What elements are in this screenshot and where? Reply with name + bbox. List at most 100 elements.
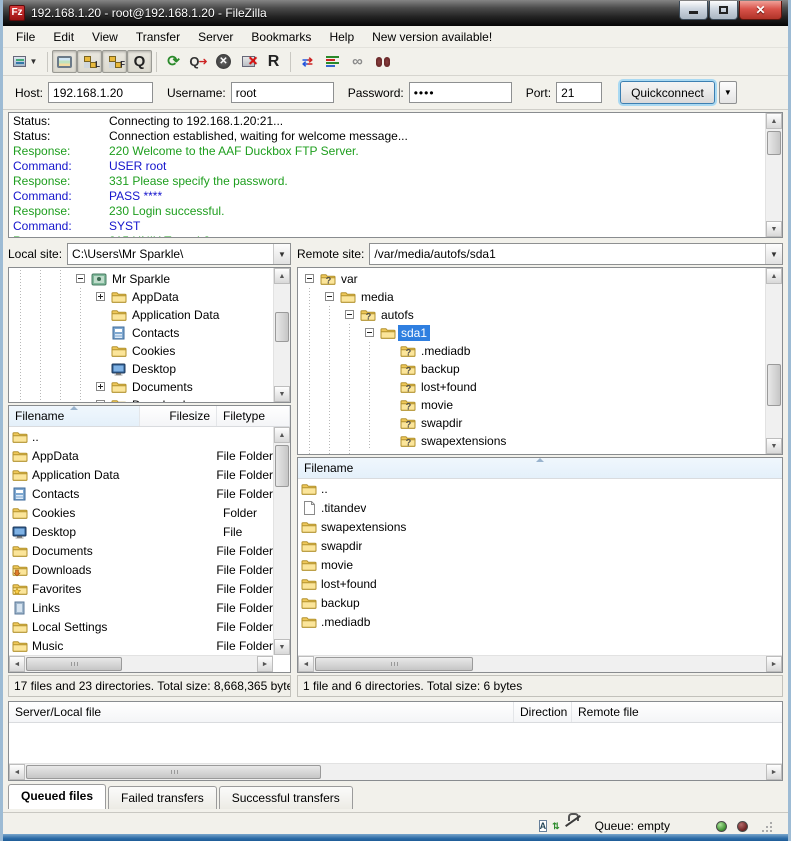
queue-column-remote-file[interactable]: Remote file bbox=[572, 702, 782, 722]
menu-item-server[interactable]: Server bbox=[189, 28, 242, 46]
tree-item-label[interactable]: swapextensions bbox=[418, 433, 509, 449]
remote-tree-item-backup[interactable]: ?backup bbox=[300, 360, 762, 378]
remote-tree-item-sda1[interactable]: sda1 bbox=[300, 324, 762, 342]
remote-site-combobox[interactable]: /var/media/autofs/sda1 ▼ bbox=[369, 243, 783, 265]
local-list-vertical-scrollbar[interactable]: ▲ ▼ bbox=[273, 427, 290, 655]
tab-successful-transfers[interactable]: Successful transfers bbox=[219, 786, 353, 809]
scroll-left-icon[interactable]: ◄ bbox=[298, 656, 314, 672]
log-vertical-scrollbar[interactable]: ▲ ▼ bbox=[765, 113, 782, 237]
scroll-right-icon[interactable]: ► bbox=[257, 656, 273, 672]
local-file-row-links[interactable]: LinksFile Folder bbox=[9, 598, 273, 617]
collapse-minus-icon[interactable] bbox=[325, 292, 334, 301]
remote-tree-item-autofs[interactable]: ?autofs bbox=[300, 306, 762, 324]
collapse-minus-icon[interactable] bbox=[345, 310, 354, 319]
reconnect-button[interactable]: R bbox=[261, 50, 286, 73]
quickconnect-button[interactable]: Quickconnect bbox=[620, 81, 715, 104]
local-file-row-[interactable]: .. bbox=[9, 427, 273, 446]
scroll-right-icon[interactable]: ► bbox=[766, 764, 782, 780]
local-tree-item-cookies[interactable]: Cookies bbox=[11, 342, 270, 360]
tree-item-label[interactable]: autofs bbox=[378, 307, 417, 323]
scroll-down-icon[interactable]: ▼ bbox=[274, 386, 290, 402]
queue-hscroll-thumb[interactable] bbox=[26, 765, 321, 779]
remote-file-row-lost-found[interactable]: lost+found bbox=[298, 574, 782, 593]
local-tree-item-appdata[interactable]: AppData bbox=[11, 288, 270, 306]
maximize-button[interactable] bbox=[709, 1, 738, 20]
tree-item-label[interactable]: Desktop bbox=[129, 361, 179, 377]
remote-tree-item-mediadb[interactable]: ?.mediadb bbox=[300, 342, 762, 360]
port-input[interactable] bbox=[556, 82, 602, 103]
scroll-up-icon[interactable]: ▲ bbox=[766, 268, 782, 284]
synchronized-browsing-button[interactable]: ∞ bbox=[345, 50, 370, 73]
tree-item-label[interactable]: movie bbox=[418, 397, 456, 413]
expand-plus-icon[interactable] bbox=[96, 292, 105, 301]
remote-list-hscroll-thumb[interactable] bbox=[315, 657, 473, 671]
tree-item-label[interactable]: dvd bbox=[398, 451, 423, 455]
remote-file-row-swapextensions[interactable]: swapextensions bbox=[298, 517, 782, 536]
unencrypted-connection-icon[interactable] bbox=[567, 818, 585, 834]
remote-tree-item-dvd[interactable]: ?dvd bbox=[300, 450, 762, 455]
local-column-filesize[interactable]: Filesize bbox=[140, 406, 217, 426]
log-scroll-thumb[interactable] bbox=[767, 131, 781, 155]
menu-item-file[interactable]: File bbox=[7, 28, 44, 46]
menu-item-transfer[interactable]: Transfer bbox=[127, 28, 189, 46]
scroll-left-icon[interactable]: ◄ bbox=[9, 764, 25, 780]
local-tree-scroll-thumb[interactable] bbox=[275, 312, 289, 342]
local-file-row-appdata[interactable]: AppDataFile Folder bbox=[9, 446, 273, 465]
scroll-up-icon[interactable]: ▲ bbox=[274, 427, 290, 443]
local-tree-item-documents[interactable]: Documents bbox=[11, 378, 270, 396]
tree-item-label[interactable]: AppData bbox=[129, 289, 182, 305]
local-list-hscroll-thumb[interactable] bbox=[26, 657, 122, 671]
menu-item-help[interactable]: Help bbox=[320, 28, 363, 46]
disconnect-button[interactable]: ✕ bbox=[236, 50, 261, 73]
menu-item-bookmarks[interactable]: Bookmarks bbox=[242, 28, 320, 46]
local-column-filetype[interactable]: Filetype bbox=[217, 406, 290, 426]
password-input[interactable] bbox=[409, 82, 512, 103]
host-input[interactable] bbox=[48, 82, 153, 103]
tree-item-label[interactable]: media bbox=[358, 289, 397, 305]
collapse-minus-icon[interactable] bbox=[305, 274, 314, 283]
tree-expander-minus[interactable] bbox=[300, 270, 320, 288]
cancel-button[interactable]: ✕ bbox=[211, 50, 236, 73]
tree-item-label[interactable]: Contacts bbox=[129, 325, 182, 341]
minimize-button[interactable] bbox=[679, 1, 708, 20]
local-site-combobox[interactable]: C:\Users\Mr Sparkle\ ▼ bbox=[67, 243, 291, 265]
local-tree-item-application-data[interactable]: Application Data bbox=[11, 306, 270, 324]
tree-item-label[interactable]: sda1 bbox=[398, 325, 430, 341]
tree-expander-minus[interactable] bbox=[340, 306, 360, 324]
local-tree-item-desktop[interactable]: Desktop bbox=[11, 360, 270, 378]
remote-tree-item-media[interactable]: media bbox=[300, 288, 762, 306]
tree-item-label[interactable]: Application Data bbox=[129, 307, 222, 323]
remote-tree-scroll-thumb[interactable] bbox=[767, 364, 781, 406]
local-file-row-downloads[interactable]: DownloadsFile Folder bbox=[9, 560, 273, 579]
tree-expander-plus[interactable] bbox=[91, 288, 111, 306]
scroll-down-icon[interactable]: ▼ bbox=[766, 438, 782, 454]
local-list-scroll-thumb[interactable] bbox=[275, 445, 289, 487]
tab-queued-files[interactable]: Queued files bbox=[8, 784, 106, 809]
scroll-left-icon[interactable]: ◄ bbox=[9, 656, 25, 672]
local-tree-item-contacts[interactable]: Contacts bbox=[11, 324, 270, 342]
remote-column-filename[interactable]: Filename bbox=[298, 458, 782, 478]
scroll-up-icon[interactable]: ▲ bbox=[274, 268, 290, 284]
find-files-button[interactable] bbox=[370, 50, 395, 73]
remote-tree-item-var[interactable]: ?var bbox=[300, 270, 762, 288]
close-button[interactable]: ✕ bbox=[739, 1, 782, 20]
remote-file-row-titandev[interactable]: .titandev bbox=[298, 498, 782, 517]
tree-expander-minus[interactable] bbox=[71, 270, 91, 288]
remote-file-row-[interactable]: .. bbox=[298, 479, 782, 498]
remote-tree-item-swapextensions[interactable]: ?swapextensions bbox=[300, 432, 762, 450]
local-column-filename[interactable]: Filename bbox=[9, 406, 140, 426]
site-manager-button[interactable]: ▼ bbox=[7, 50, 43, 73]
tree-item-label[interactable]: Mr Sparkle bbox=[109, 271, 173, 287]
scroll-right-icon[interactable]: ► bbox=[766, 656, 782, 672]
queue-column-direction[interactable]: Direction bbox=[514, 702, 572, 722]
tree-item-label[interactable]: lost+found bbox=[418, 379, 480, 395]
tab-failed-transfers[interactable]: Failed transfers bbox=[108, 786, 217, 809]
local-file-row-desktop[interactable]: DesktopFile bbox=[9, 522, 273, 541]
resize-grip[interactable] bbox=[760, 820, 772, 832]
local-list-horizontal-scrollbar[interactable]: ◄ ► bbox=[9, 655, 273, 672]
remote-file-row-swapdir[interactable]: swapdir bbox=[298, 536, 782, 555]
remote-file-row-backup[interactable]: backup bbox=[298, 593, 782, 612]
menu-item-new-version-available[interactable]: New version available! bbox=[363, 28, 501, 46]
scroll-down-icon[interactable]: ▼ bbox=[766, 221, 782, 237]
filter-listing-button[interactable] bbox=[320, 50, 345, 73]
